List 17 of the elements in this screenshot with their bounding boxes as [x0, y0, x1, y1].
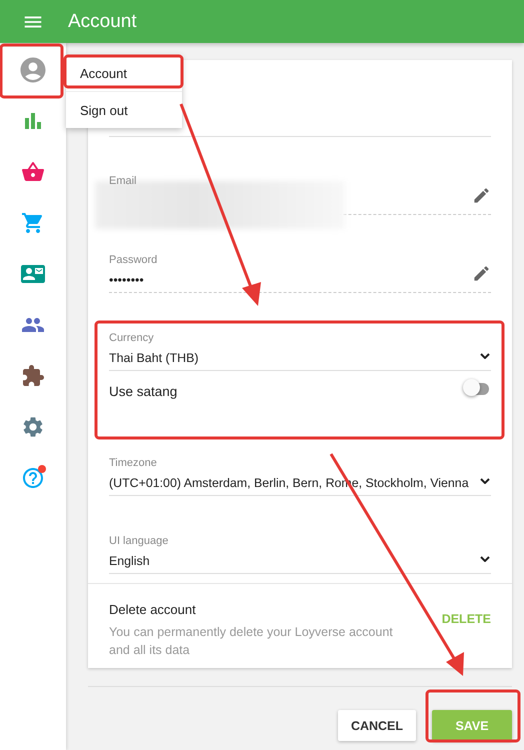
edit-icon[interactable]	[472, 186, 491, 205]
section-title: Delete account	[109, 602, 197, 617]
chevron-down-icon	[480, 353, 490, 359]
section-description: You can permanently delete your Loyverse account and all its data	[109, 624, 394, 659]
field-label: Email	[109, 175, 138, 187]
select-field[interactable]: UI language English	[109, 496, 491, 574]
edit-icon[interactable]	[472, 264, 491, 283]
cancel-button[interactable]: CANCEL	[338, 710, 416, 741]
menu-item[interactable]: Sign out	[66, 92, 182, 128]
toggle-switch[interactable]	[462, 379, 491, 398]
field-label: Password	[109, 254, 158, 266]
toggle-label: Use satang	[109, 384, 178, 399]
chevron-down-icon	[480, 556, 490, 562]
account-icon[interactable]	[18, 55, 48, 85]
field-value: ••••••••	[109, 273, 145, 287]
page-title: Account	[68, 10, 137, 32]
chevron-down-icon	[480, 478, 490, 484]
